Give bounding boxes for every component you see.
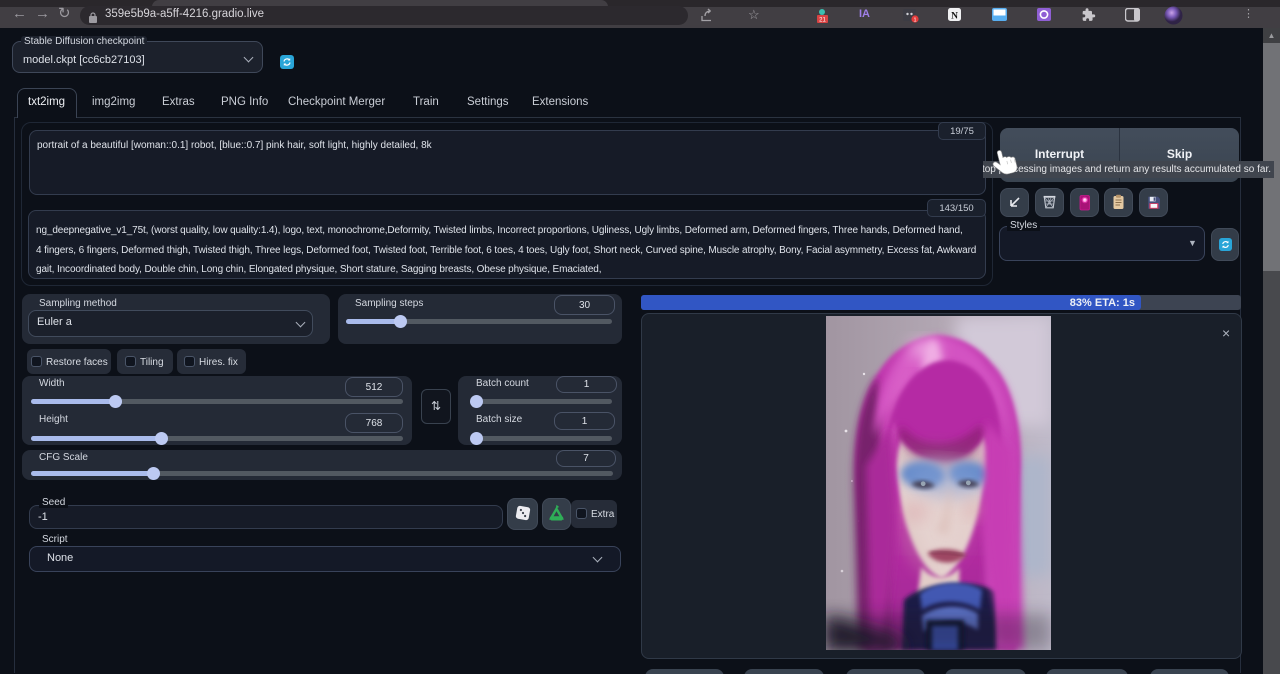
svg-text:1: 1 [913,17,916,23]
svg-text:N: N [951,12,958,22]
svg-text:21: 21 [819,18,826,24]
